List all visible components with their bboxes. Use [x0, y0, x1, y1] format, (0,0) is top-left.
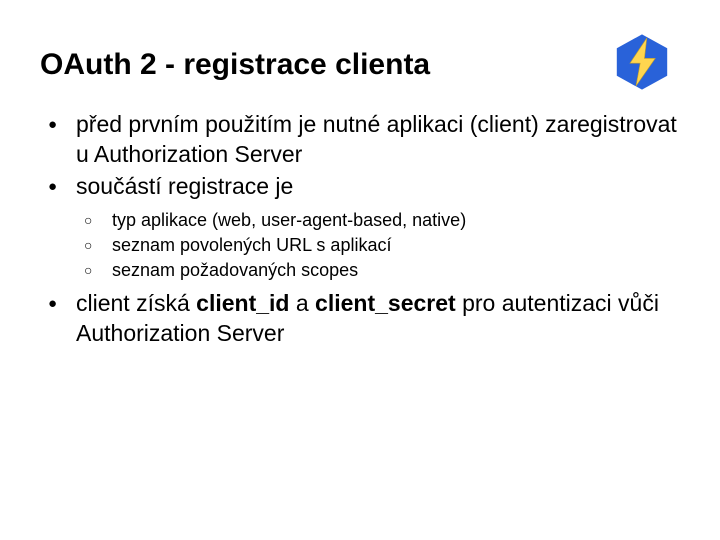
text-fragment: a [289, 290, 315, 316]
bullet-text: součástí registrace je [76, 173, 293, 199]
main-bullet-list: před prvním použitím je nutné aplikaci (… [40, 110, 680, 349]
text-fragment: client získá [76, 290, 196, 316]
lightning-hexagon-icon [612, 32, 672, 92]
client-id-label: client_id [196, 290, 289, 316]
bullet-item: client získá client_id a client_secret p… [48, 289, 680, 349]
slide-title: OAuth 2 - registrace clienta [40, 48, 680, 82]
sub-bullet-item: seznam povolených URL s aplikací [84, 233, 680, 258]
bullet-item: před prvním použitím je nutné aplikaci (… [48, 110, 680, 170]
sub-bullet-item: seznam požadovaných scopes [84, 258, 680, 283]
bullet-item: součástí registrace je typ aplikace (web… [48, 172, 680, 283]
client-secret-label: client_secret [315, 290, 456, 316]
sub-bullet-item: typ aplikace (web, user-agent-based, nat… [84, 208, 680, 233]
sub-bullet-list: typ aplikace (web, user-agent-based, nat… [76, 208, 680, 284]
